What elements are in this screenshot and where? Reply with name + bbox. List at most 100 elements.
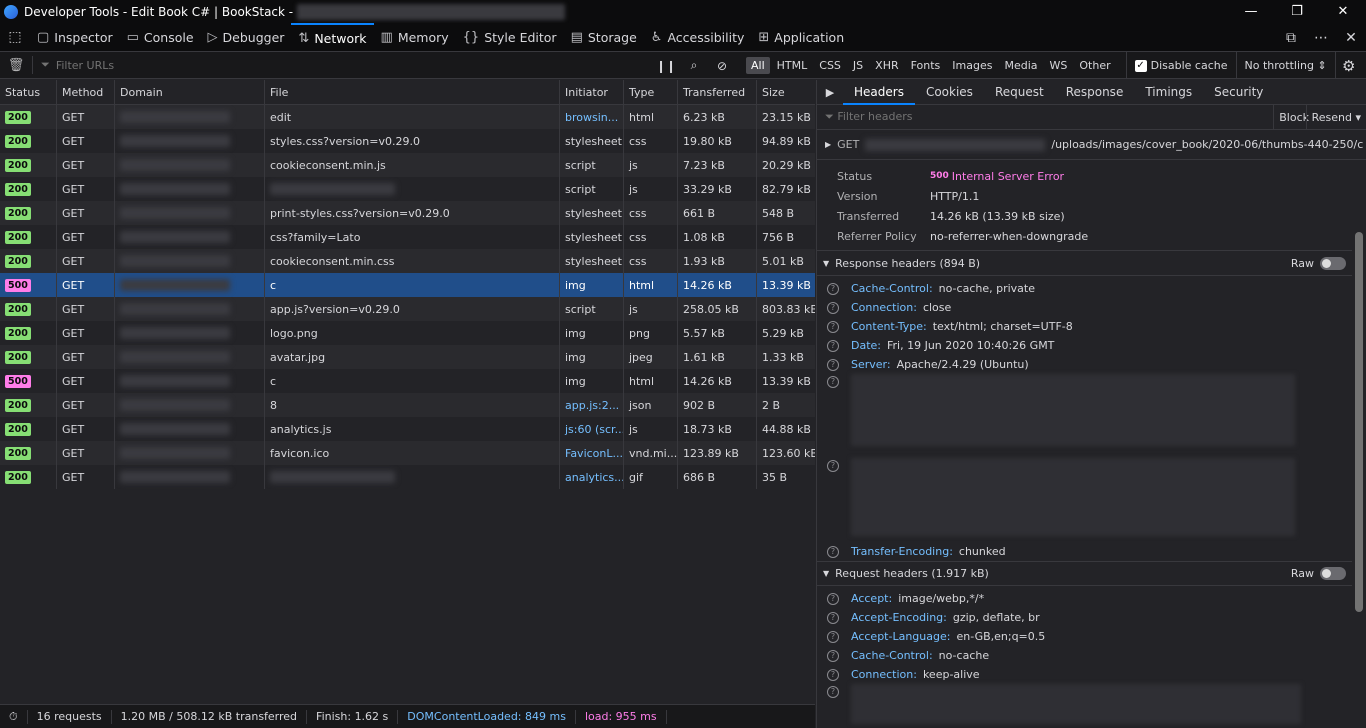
help-icon[interactable]: ? <box>827 339 839 352</box>
col-status[interactable]: Status <box>0 80 57 104</box>
header-row[interactable]: ? Accept: image/webp,*/* <box>817 589 1366 608</box>
tab-security[interactable]: Security <box>1203 80 1274 105</box>
restore-icon[interactable]: ❐ <box>1274 0 1320 23</box>
filter-html[interactable]: HTML <box>772 57 813 74</box>
help-icon[interactable]: ? <box>827 649 839 662</box>
tab-network[interactable]: ⇅ Network <box>291 22 374 52</box>
tab-response[interactable]: Response <box>1055 80 1135 105</box>
table-row[interactable]: 200 GET cookieconsent.min.css stylesheet css… <box>0 249 815 273</box>
element-picker-icon[interactable]: ⬚ <box>0 29 30 45</box>
more-options-icon[interactable]: ⋯ <box>1306 30 1336 46</box>
filter-all[interactable]: All <box>746 57 770 74</box>
help-icon[interactable]: ? <box>827 611 839 624</box>
filter-other[interactable]: Other <box>1074 57 1115 74</box>
gear-icon[interactable]: ⚙ <box>1336 57 1362 75</box>
table-row[interactable]: 200 GET 8 app.js:2... json 902 B2 B <box>0 393 815 417</box>
header-row[interactable]: ? Cache-Control: no-cache <box>817 646 1366 665</box>
header-row[interactable]: ? Content-Type: text/html; charset=UTF-8 <box>817 317 1366 336</box>
block-icon[interactable]: ⊘ <box>708 59 736 73</box>
tab-timings[interactable]: Timings <box>1134 80 1203 105</box>
tab-storage[interactable]: ▤ Storage <box>564 23 644 52</box>
resend-button[interactable]: Resend ▾ <box>1305 105 1366 130</box>
header-row[interactable]: ? Connection: close <box>817 298 1366 317</box>
tab-style-editor[interactable]: {} Style Editor <box>456 23 564 52</box>
header-row[interactable]: ? Date: Fri, 19 Jun 2020 10:40:26 GMT <box>817 336 1366 355</box>
tab-accessibility[interactable]: ♿ Accessibility <box>644 23 752 52</box>
filter-images[interactable]: Images <box>947 57 997 74</box>
raw-toggle[interactable] <box>1320 256 1346 270</box>
toggle-panel-icon[interactable]: ▶ <box>817 86 843 99</box>
col-transferred[interactable]: Transferred <box>678 80 757 104</box>
col-size[interactable]: Size <box>757 80 815 104</box>
tab-memory[interactable]: ▥ Memory <box>374 23 456 52</box>
help-icon[interactable]: ? <box>827 545 839 558</box>
table-row[interactable]: 500 GET c img html 14.26 kB 13.39 kB <box>0 369 815 393</box>
filter-xhr[interactable]: XHR <box>870 57 903 74</box>
help-icon[interactable]: ? <box>827 282 839 295</box>
filter-urls-input[interactable]: ⏷ Filter URLs <box>33 58 645 72</box>
close-devtools-icon[interactable]: ✕ <box>1336 30 1366 46</box>
pause-icon[interactable]: ❙❙ <box>652 59 680 73</box>
filter-js[interactable]: JS <box>848 57 868 74</box>
col-domain[interactable]: Domain <box>115 80 265 104</box>
table-row[interactable]: 200 GET script js 33.29 kB 82.79 kB <box>0 177 815 201</box>
help-icon[interactable]: ? <box>827 301 839 314</box>
col-type[interactable]: Type <box>624 80 678 104</box>
filter-ws[interactable]: WS <box>1045 57 1073 74</box>
help-icon[interactable]: ? <box>827 668 839 681</box>
tab-cookies[interactable]: Cookies <box>915 80 984 105</box>
filter-css[interactable]: CSS <box>814 57 846 74</box>
help-icon[interactable]: ? <box>827 460 839 472</box>
search-icon[interactable]: ⌕ <box>680 58 708 73</box>
col-initiator[interactable]: Initiator <box>560 80 624 104</box>
help-icon[interactable]: ? <box>827 592 839 605</box>
trash-icon[interactable]: 🗑 <box>0 58 32 73</box>
header-row[interactable]: ? Server: Apache/2.4.29 (Ubuntu) <box>817 355 1366 374</box>
response-headers-section[interactable]: ▼ Response headers (894 B) Raw <box>817 251 1366 276</box>
table-row[interactable]: 200 GET cookieconsent.min.js script js 7.23 k… <box>0 153 815 177</box>
table-row[interactable]: 200 GET app.js?version=v0.29.0 script js 258.… <box>0 297 815 321</box>
table-row[interactable]: 200 GET logo.png img png 5.57 kB 5.29 kB <box>0 321 815 345</box>
tab-application[interactable]: ⊞ Application <box>751 23 851 52</box>
help-icon[interactable]: ? <box>827 376 839 388</box>
stopwatch-icon[interactable]: ⏱ <box>0 709 28 724</box>
table-row[interactable]: 200 GET analytics... gif 686 B 35 B <box>0 465 815 489</box>
help-icon[interactable]: ? <box>827 630 839 643</box>
disable-cache-checkbox[interactable]: ✓ Disable cache <box>1125 52 1237 79</box>
tab-console[interactable]: ▭ Console <box>120 23 201 52</box>
scrollbar[interactable] <box>1352 228 1366 728</box>
filter-fonts[interactable]: Fonts <box>906 57 946 74</box>
help-icon[interactable]: ? <box>827 686 839 698</box>
col-method[interactable]: Method <box>57 80 115 104</box>
tab-debugger[interactable]: ▷ Debugger <box>201 23 292 52</box>
tab-inspector[interactable]: ▢ Inspector <box>30 23 120 52</box>
col-file[interactable]: File <box>265 80 560 104</box>
table-row[interactable]: 200 GET styles.css?version=v0.29.0 styleshe… <box>0 129 815 153</box>
filter-media[interactable]: Media <box>999 57 1042 74</box>
filter-headers-input[interactable]: ⏷ Filter headers Block Resend ▾ <box>817 105 1366 130</box>
table-row[interactable]: 200 GET css?family=Lato stylesheet css 1.08 k… <box>0 225 815 249</box>
header-row[interactable]: ? Connection: keep-alive <box>817 665 1366 684</box>
table-row[interactable]: 500 GET c img html 14.26 kB 13.39 kB <box>0 273 815 297</box>
throttling-select[interactable]: No throttling ⇕ <box>1237 52 1336 79</box>
dock-icon[interactable]: ⧉ <box>1276 30 1306 46</box>
raw-toggle[interactable] <box>1320 567 1346 580</box>
table-row[interactable]: 200 GET favicon.ico FaviconL... vnd.mi... 123… <box>0 441 815 465</box>
header-row[interactable]: ? Transfer-Encoding: chunked <box>817 542 1366 561</box>
tab-headers[interactable]: Headers <box>843 80 915 105</box>
help-icon[interactable]: ? <box>827 358 839 371</box>
tab-request[interactable]: Request <box>984 80 1055 105</box>
request-url-line[interactable]: ▶ GET /uploads/images/cover_book/2020-06… <box>817 130 1366 160</box>
help-icon[interactable]: ? <box>827 320 839 333</box>
header-row[interactable]: ? Accept-Encoding: gzip, deflate, br <box>817 608 1366 627</box>
table-row[interactable]: 200 GET edit browsin... html 6.23 kB 23.15 kB <box>0 105 815 129</box>
table-row[interactable]: 200 GET analytics.js js:60 (scr... js 18.73 k… <box>0 417 815 441</box>
header-row[interactable]: ? Cache-Control: no-cache, private <box>817 279 1366 298</box>
table-row[interactable]: 200 GET avatar.jpg img jpeg 1.61 kB 1.33 kB <box>0 345 815 369</box>
close-icon[interactable]: ✕ <box>1320 0 1366 23</box>
table-row[interactable]: 200 GET print-styles.css?version=v0.29.0 st… <box>0 201 815 225</box>
redacted-domain <box>120 135 230 147</box>
minimize-icon[interactable]: — <box>1228 0 1274 23</box>
header-row[interactable]: ? Accept-Language: en-GB,en;q=0.5 <box>817 627 1366 646</box>
request-headers-section[interactable]: ▼ Request headers (1.917 kB) Raw <box>817 561 1366 586</box>
